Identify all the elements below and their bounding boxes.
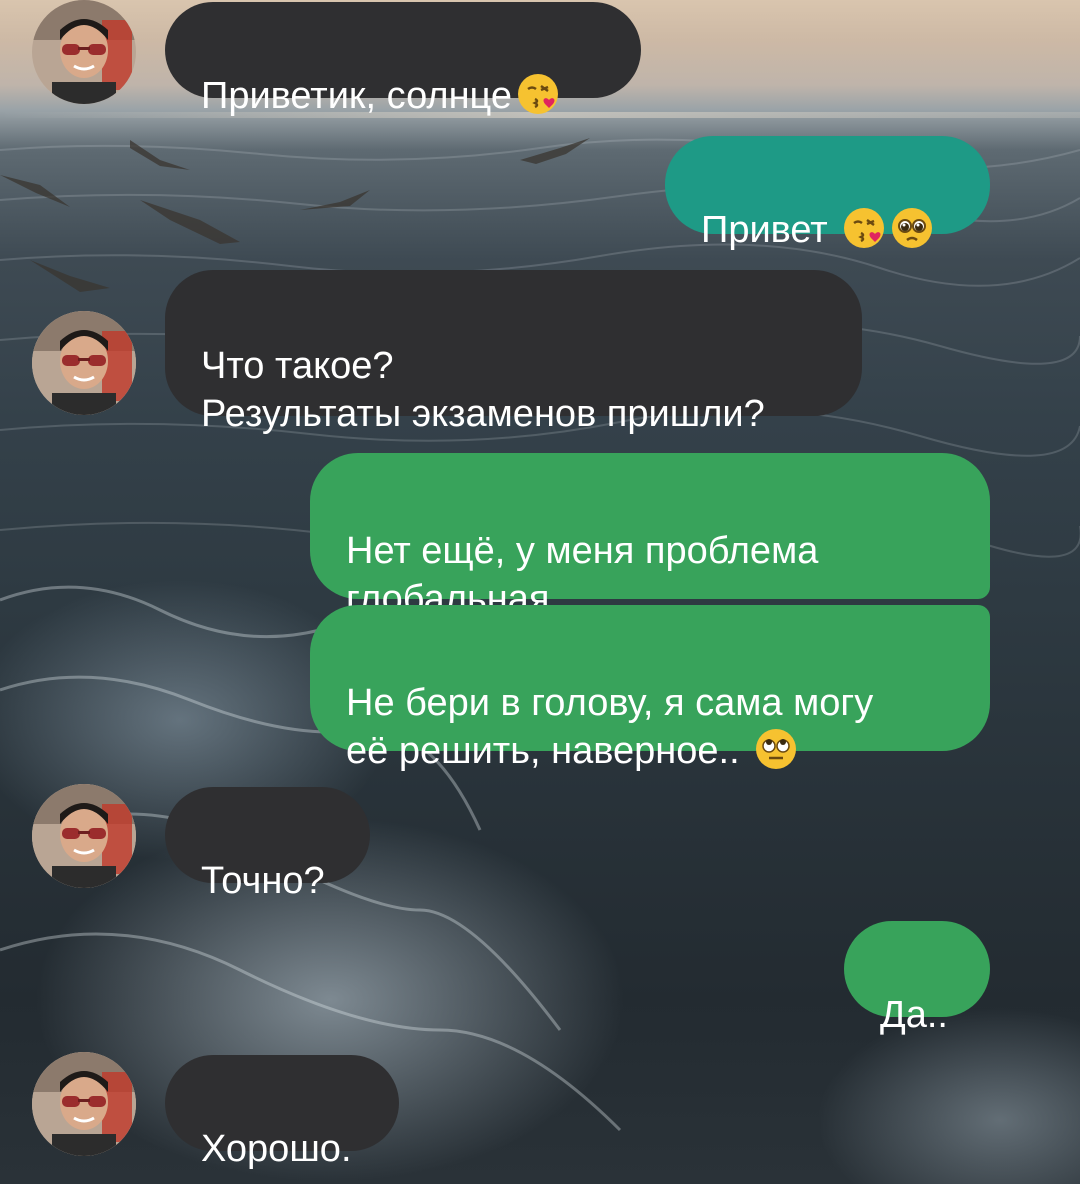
kissing-face-with-heart-icon <box>516 72 560 116</box>
message-bubble-outgoing[interactable]: Не бери в голову, я сама могу её решить,… <box>310 605 990 772</box>
message-bubble-outgoing[interactable]: Да.. <box>844 921 990 1036</box>
avatar-photo-icon <box>32 784 136 888</box>
contact-avatar[interactable] <box>32 311 136 415</box>
message-bubble-incoming[interactable]: Хорошо. <box>165 1055 399 1170</box>
kissing-face-with-heart-icon <box>842 206 886 250</box>
contact-avatar[interactable] <box>32 0 136 104</box>
message-text: Приветик, солнце <box>201 75 513 117</box>
pleading-face-icon <box>890 206 934 250</box>
message-text: Да.. <box>880 994 948 1036</box>
face-with-rolling-eyes-icon <box>754 727 798 771</box>
avatar-photo-icon <box>32 311 136 415</box>
message-bubble-outgoing[interactable]: Нет ещё, у меня проблема глобальная... <box>310 453 990 620</box>
message-bubble-incoming[interactable]: Что такое? Результаты экзаменов пришли? <box>165 270 862 435</box>
message-text: Хорошо. <box>201 1128 352 1170</box>
message-text: Точно? <box>201 860 325 902</box>
message-bubble-outgoing[interactable]: Привет <box>665 136 990 251</box>
avatar-photo-icon <box>32 0 136 104</box>
message-bubble-incoming[interactable]: Точно? <box>165 787 370 902</box>
contact-avatar[interactable] <box>32 784 136 888</box>
avatar-photo-icon <box>32 1052 136 1156</box>
message-text: Что такое? Результаты экзаменов пришли? <box>201 345 765 435</box>
message-text: Привет <box>701 209 828 251</box>
message-bubble-incoming[interactable]: Приветик, солнце <box>165 2 641 117</box>
contact-avatar[interactable] <box>32 1052 136 1156</box>
